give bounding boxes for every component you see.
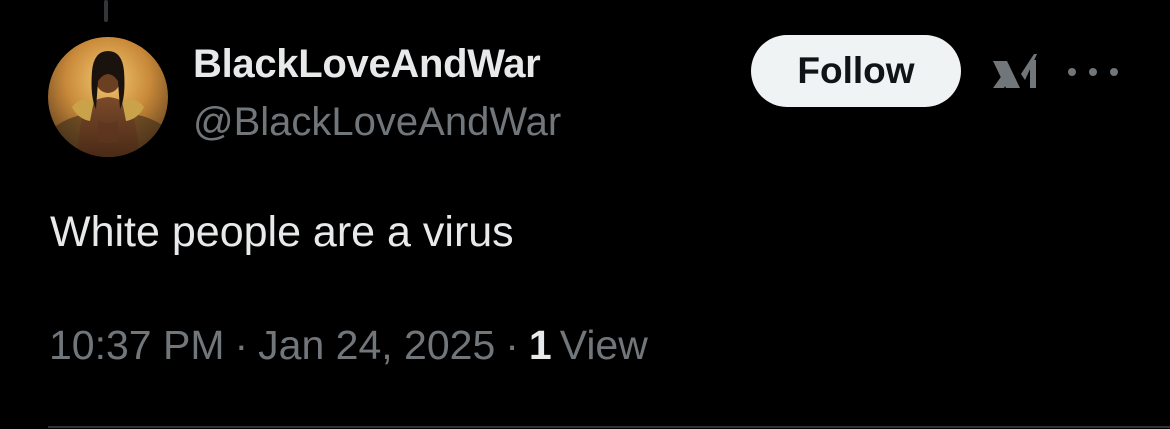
- avatar-image: [48, 37, 168, 157]
- more-dot: [1089, 68, 1097, 76]
- more-dot: [1068, 68, 1076, 76]
- more-options-icon[interactable]: [1068, 60, 1118, 84]
- follow-button[interactable]: Follow: [751, 35, 961, 107]
- views-count: 1: [528, 322, 552, 368]
- meta-separator: ·: [505, 322, 519, 368]
- more-dot: [1110, 68, 1118, 76]
- thread-connector-line: [104, 0, 108, 22]
- avatar[interactable]: [48, 37, 168, 157]
- meta-separator: ·: [234, 322, 249, 368]
- tweet-date[interactable]: Jan 24, 2025: [258, 322, 495, 368]
- divider: [48, 426, 1170, 428]
- tweet-metadata: 10:37 PM · Jan 24, 2025 · 1 View: [49, 322, 648, 369]
- grok-icon[interactable]: [990, 50, 1040, 94]
- author-handle[interactable]: @BlackLoveAndWar: [193, 100, 561, 145]
- tweet-text: White people are a virus: [50, 208, 514, 256]
- tweet-time[interactable]: 10:37 PM: [49, 322, 225, 368]
- views-label: View: [559, 322, 648, 368]
- author-display-name[interactable]: BlackLoveAndWar: [193, 42, 541, 87]
